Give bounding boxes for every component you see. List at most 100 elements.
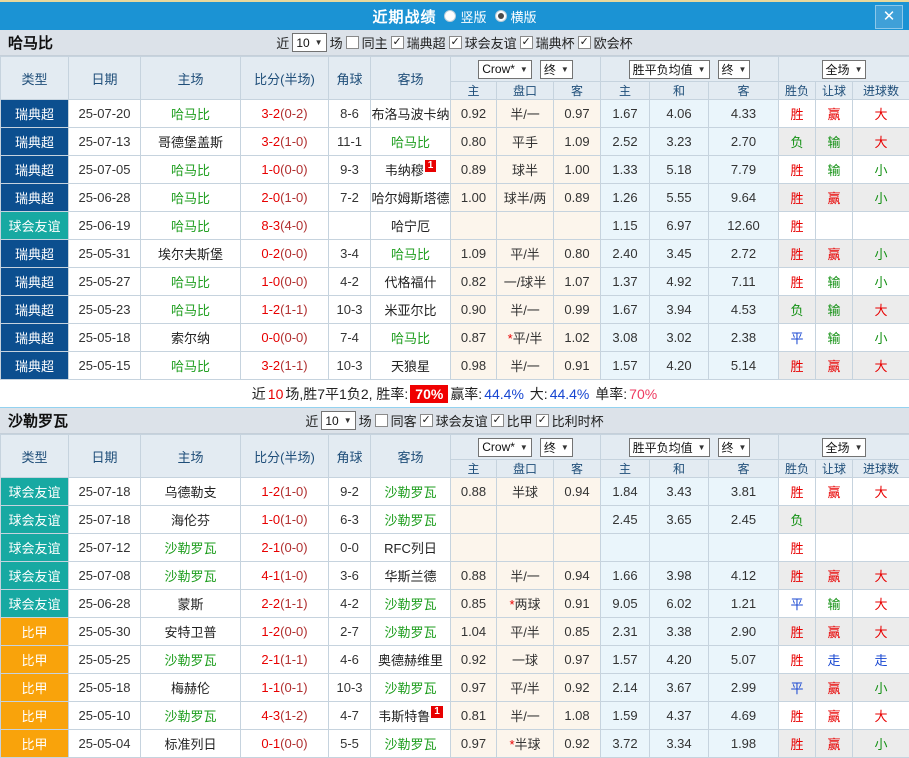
close-button[interactable]: ✕ [875,5,903,29]
league-badge: 瑞典超 [1,240,69,268]
final-odds-select[interactable]: 终▼ [540,60,573,79]
fulltime-select[interactable]: 全场▼ [822,438,867,457]
fulltime-score: 2-0 [261,190,280,205]
fulltime-score: 1-2 [261,302,280,317]
handicap-line: 一球 [497,646,554,674]
same-venue-toggle[interactable]: 同客 [375,411,417,430]
crow-home-odds: 0.85 [451,590,497,618]
score: 1-2(1-0) [241,478,329,506]
filter-controls: 近10▼场同主✓瑞典超✓球会友谊✓瑞典杯✓欧会杯 [276,33,632,52]
result-wdl: 平 [779,590,816,618]
summary-prefix: 近 [252,384,266,404]
match-count-select[interactable]: 10▼ [321,411,355,430]
summary-count: 10 [268,386,284,402]
handicap-line [497,506,554,534]
league-checkbox[interactable]: ✓ [391,36,404,49]
chevron-down-icon: ▼ [698,65,706,74]
league-checkbox[interactable]: ✓ [520,36,533,49]
fulltime-select-value: 全场 [826,439,850,456]
sub-header-5: 和 [650,460,709,478]
crow-away-odds: 0.92 [554,730,601,758]
layout-radio-vertical[interactable]: 竖版 [444,7,486,26]
league-checkbox[interactable]: ✓ [449,36,462,49]
radio-checked-icon[interactable] [495,10,507,22]
results-table: 类型日期主场比分(半场)角球客场Crow*▼终▼胜平负均值▼终▼全场▼主盘口客主… [0,56,909,380]
home-team: 沙勒罗瓦 [141,534,241,562]
league-filter-2[interactable]: ✓球会友谊 [449,33,517,52]
result-wdl: 胜 [779,702,816,730]
chevron-down-icon: ▼ [520,443,528,452]
league-badge: 瑞典超 [1,100,69,128]
home-team-name: 哈马比 [171,275,210,290]
same-venue-toggle[interactable]: 同主 [346,33,388,52]
score: 8-3(4-0) [241,212,329,240]
halftime-score: (0-0) [280,274,307,289]
radio-unchecked-icon[interactable] [444,10,456,22]
away-team: 布洛马波卡纳 [371,100,451,128]
mean-odds-select[interactable]: 胜平负均值▼ [629,60,710,79]
layout-radio-horizontal[interactable]: 横版 [495,7,537,26]
league-badge: 瑞典超 [1,156,69,184]
result-wdl: 胜 [779,618,816,646]
home-team-name: 哈马比 [171,359,210,374]
league-filter-4[interactable]: ✓欧会杯 [578,33,633,52]
result-wdl: 平 [779,324,816,352]
fulltime-score: 1-1 [261,680,280,695]
avg-draw-odds: 6.97 [650,212,709,240]
league-badge: 比甲 [1,702,69,730]
same-venue-checkbox[interactable] [375,414,388,427]
match-date: 25-06-28 [69,590,141,618]
handicap-line [497,534,554,562]
result-wdl: 平 [779,674,816,702]
corner-count: 4-7 [329,702,371,730]
final-mean-select[interactable]: 终▼ [718,60,751,79]
result-handicap [816,506,853,534]
away-team: 沙勒罗瓦 [371,730,451,758]
away-team: 天狼星 [371,352,451,380]
home-team: 哈马比 [141,212,241,240]
league-checkbox[interactable]: ✓ [491,414,504,427]
mean-odds-select[interactable]: 胜平负均值▼ [629,438,710,457]
crow-away-odds [554,506,601,534]
score: 2-1(0-0) [241,534,329,562]
fulltime-select[interactable]: 全场▼ [822,60,867,79]
handicap-line: *平/半 [497,324,554,352]
league-checkbox[interactable]: ✓ [578,36,591,49]
away-team: 韦纳穆1 [371,156,451,184]
league-filter-3[interactable]: ✓比利时杯 [536,411,604,430]
league-checkbox[interactable]: ✓ [420,414,433,427]
crow-home-odds: 0.89 [451,156,497,184]
league-filter-1[interactable]: ✓瑞典超 [391,33,446,52]
result-handicap: 输 [816,296,853,324]
crow-away-odds: 0.85 [554,618,601,646]
bookmaker-select[interactable]: Crow*▼ [478,438,532,457]
final-odds-select[interactable]: 终▼ [540,438,573,457]
avg-draw-odds: 3.34 [650,730,709,758]
league-filter-3[interactable]: ✓瑞典杯 [520,33,575,52]
match-date: 25-05-04 [69,730,141,758]
avg-home-odds: 2.40 [601,240,650,268]
away-team: RFC列日 [371,534,451,562]
crow-home-odds: 0.88 [451,562,497,590]
team-name: 沙勒罗瓦 [8,410,68,431]
away-team-name: 奥德赫维里 [378,653,443,668]
league-filter-2[interactable]: ✓比甲 [491,411,533,430]
fulltime-group-header: 全场▼ [779,435,909,460]
fulltime-score: 1-0 [261,512,280,527]
same-venue-checkbox[interactable] [346,36,359,49]
score: 1-2(1-1) [241,296,329,324]
league-filter-label: 比利时杯 [552,411,604,430]
match-row: 瑞典超25-05-27哈马比1-0(0-0)4-2代格福什0.82一/球半1.0… [1,268,909,296]
chevron-down-icon: ▼ [561,65,569,74]
avg-home-odds: 1.84 [601,478,650,506]
sub-header-6: 客 [709,82,779,100]
corner-count: 8-6 [329,100,371,128]
league-checkbox[interactable]: ✓ [536,414,549,427]
match-count-select[interactable]: 10▼ [292,33,326,52]
home-team-name: 标准列日 [164,737,216,752]
final-mean-select[interactable]: 终▼ [718,438,751,457]
league-filter-1[interactable]: ✓球会友谊 [420,411,488,430]
match-row: 球会友谊25-07-18海伦芬1-0(1-0)6-3沙勒罗瓦2.453.652.… [1,506,909,534]
bookmaker-select[interactable]: Crow*▼ [478,60,532,79]
final-odds-select-value: 终 [544,61,556,78]
